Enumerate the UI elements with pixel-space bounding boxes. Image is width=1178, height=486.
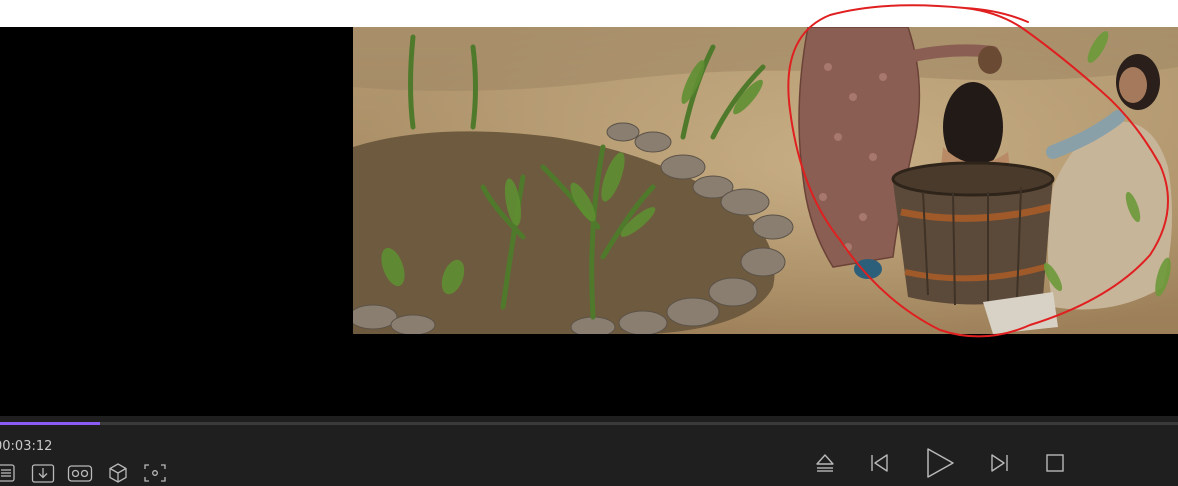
stop-icon — [1046, 454, 1064, 472]
playlist-icon — [0, 464, 15, 482]
media-player-window: 00:03:12 — [0, 0, 1178, 486]
3d-mode-button[interactable] — [106, 461, 130, 485]
download-icon — [31, 464, 55, 483]
playlist-button[interactable] — [0, 461, 18, 485]
current-time: 00:03:12 — [0, 439, 53, 454]
play-button[interactable] — [922, 446, 956, 480]
top-strip — [0, 0, 1178, 27]
3d-cube-icon — [109, 463, 127, 483]
seek-bar[interactable] — [0, 422, 1178, 425]
next-icon — [991, 454, 1008, 472]
screenshot-button[interactable] — [142, 461, 168, 485]
screenshot-icon — [144, 464, 166, 482]
play-icon — [927, 448, 954, 478]
stop-button[interactable] — [1042, 450, 1068, 476]
next-button[interactable] — [987, 450, 1013, 476]
eject-icon — [816, 454, 834, 472]
previous-icon — [871, 454, 888, 472]
eject-button[interactable] — [812, 450, 838, 476]
video-scene — [353, 27, 1178, 334]
seek-progress — [0, 422, 101, 425]
previous-button[interactable] — [866, 450, 892, 476]
vr-goggles-icon — [67, 465, 93, 482]
vr-mode-button[interactable] — [66, 461, 94, 485]
download-button[interactable] — [30, 461, 56, 485]
video-frame[interactable] — [353, 27, 1178, 334]
